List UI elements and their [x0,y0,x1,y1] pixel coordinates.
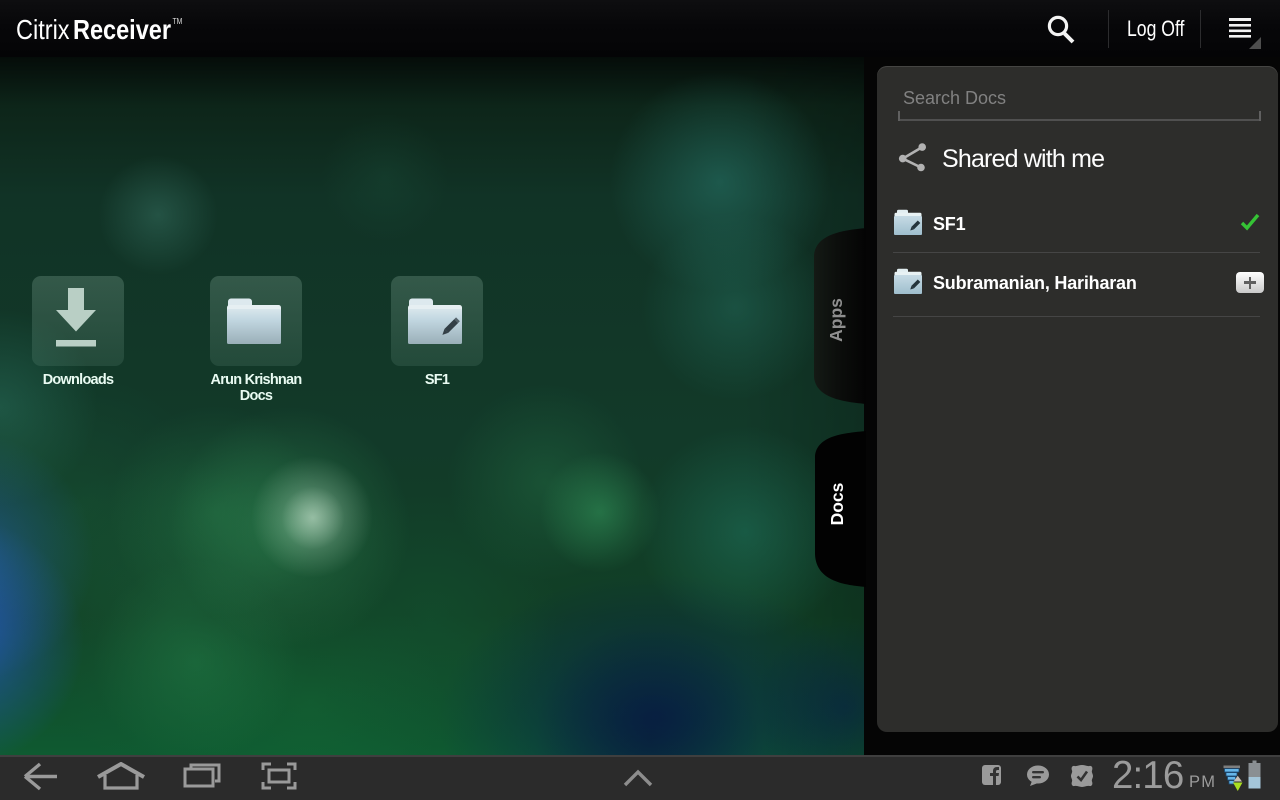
svg-text:Docs: Docs [827,482,847,525]
svg-text:Apps: Apps [826,298,846,342]
